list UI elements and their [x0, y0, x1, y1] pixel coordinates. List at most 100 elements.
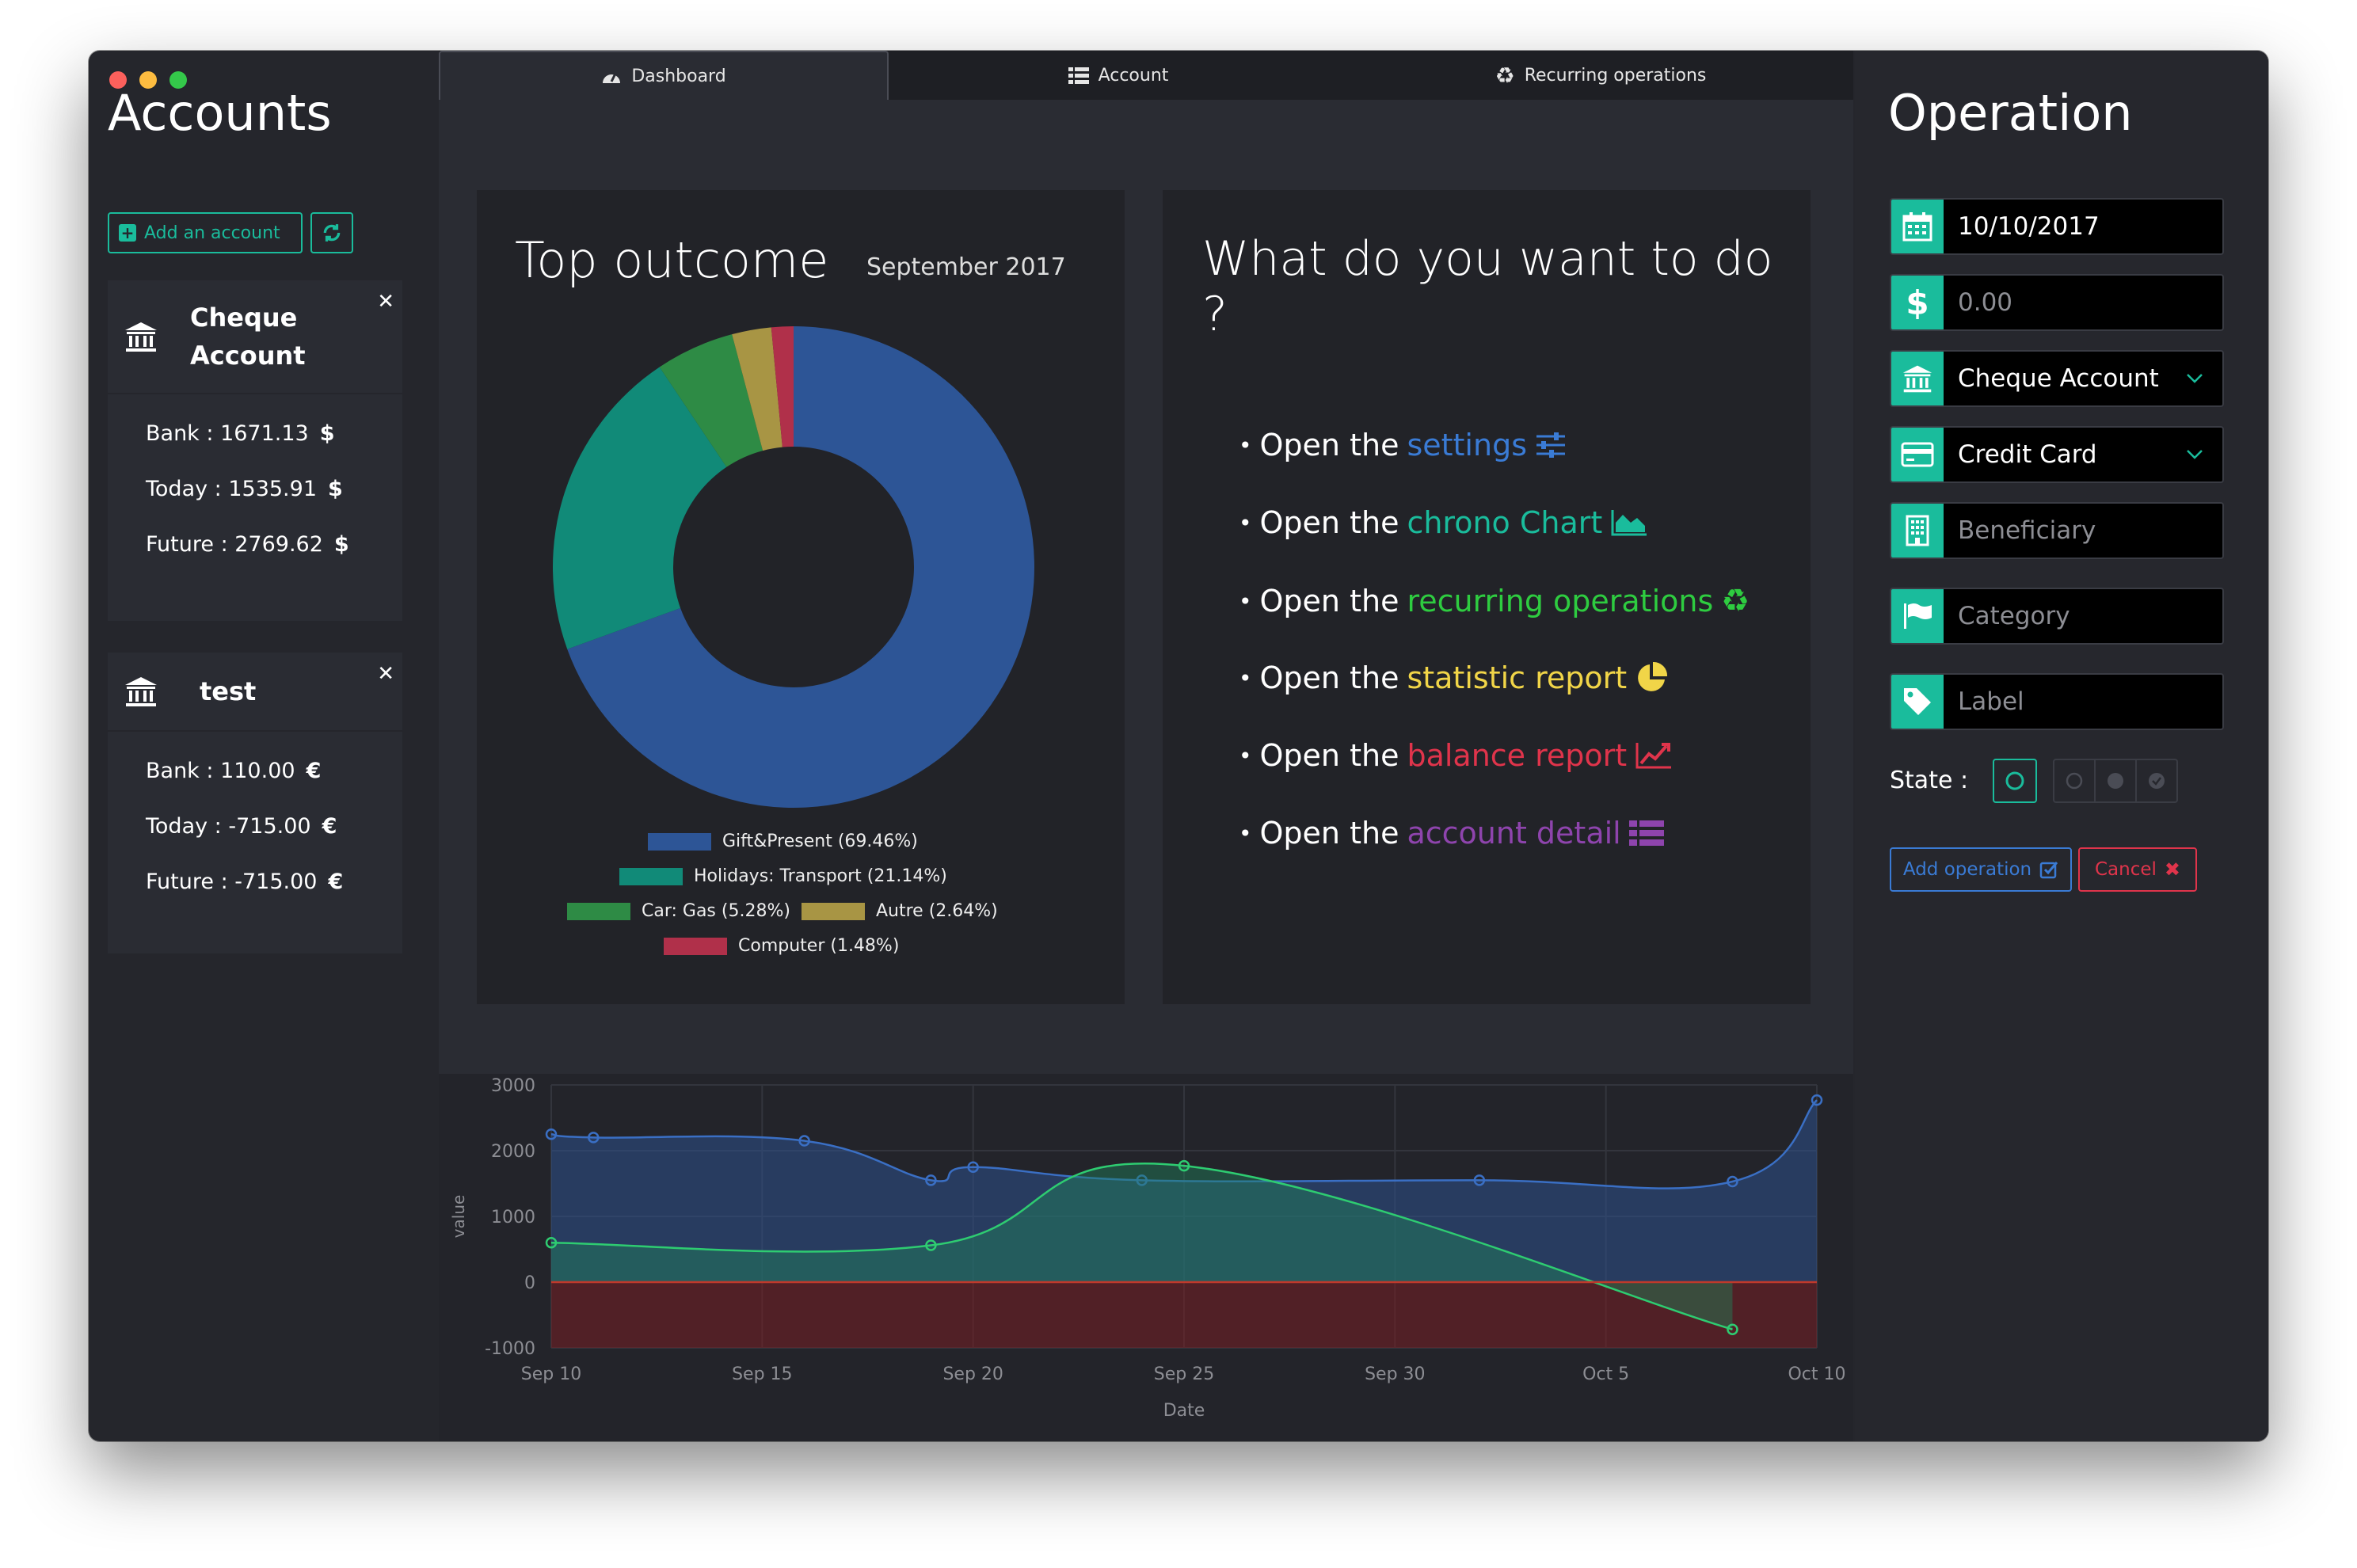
- y-axis-label: value: [449, 1195, 468, 1239]
- operation-panel: Operation 10/10/2017 $ 0.00 Cheque Accou…: [1855, 51, 2268, 1441]
- add-account-label: Add an account: [144, 223, 280, 243]
- today-balance: Today : -715.00 €: [146, 814, 337, 839]
- minimize-window-button[interactable]: [139, 71, 157, 89]
- y-tick-label: 0: [524, 1273, 535, 1293]
- y-tick-label: 3000: [491, 1076, 535, 1096]
- legend-item: Gift&Present (69.46%): [648, 832, 918, 851]
- state-option-checked[interactable]: [2137, 760, 2176, 801]
- sliders-icon[interactable]: [1535, 432, 1567, 459]
- balance-report-link[interactable]: balance report: [1407, 738, 1627, 773]
- tag-icon: [1904, 688, 1931, 715]
- outcome-donut-chart: [553, 326, 1034, 808]
- amount-field[interactable]: $ 0.00: [1890, 274, 2224, 331]
- payment-select-value: Credit Card: [1958, 440, 2097, 469]
- bank-icon: [125, 322, 157, 352]
- todo-item-chrono: • Open the chrono Chart: [1239, 505, 1648, 540]
- settings-link[interactable]: settings: [1407, 428, 1527, 462]
- credit-card-icon: [1901, 442, 1934, 467]
- list-icon[interactable]: [1628, 819, 1664, 847]
- state-option-open[interactable]: [2054, 760, 2096, 801]
- state-open-toggle[interactable]: [1993, 759, 2037, 803]
- check-square-icon: [2039, 862, 2058, 879]
- recycle-icon[interactable]: ♻: [1721, 583, 1750, 619]
- currency-symbol: €: [306, 759, 322, 783]
- circle-outline-icon: [2066, 772, 2083, 790]
- recurring-operations-link[interactable]: recurring operations: [1407, 584, 1713, 618]
- list-icon: [1068, 67, 1089, 84]
- tab-recurring-operations[interactable]: ♻ Recurring operations: [1348, 51, 1853, 100]
- plus-icon: +: [119, 224, 136, 242]
- currency-symbol: $: [319, 421, 335, 446]
- todo-title: What do you want to do ?: [1202, 231, 1773, 342]
- chevron-down-icon: [2187, 450, 2203, 459]
- state-option-pending[interactable]: [2096, 760, 2137, 801]
- label-field[interactable]: Label: [1890, 673, 2224, 730]
- cancel-button[interactable]: Cancel ✖: [2078, 847, 2197, 892]
- account-name: test: [200, 676, 257, 706]
- bank-icon: [1902, 365, 1932, 393]
- account-card-test[interactable]: test ✕ Bank : 110.00 € Today : -715.00 € F…: [108, 653, 402, 953]
- chrono-chart-link[interactable]: chrono Chart: [1407, 505, 1602, 540]
- x-tick-label: Sep 30: [1365, 1364, 1425, 1384]
- accounts-title: Accounts: [108, 84, 332, 142]
- currency-symbol: $: [328, 477, 343, 501]
- bank-balance: Bank : 110.00 €: [146, 759, 322, 783]
- beneficiary-placeholder: Beneficiary: [1944, 504, 2222, 558]
- balance-line-chart: 3000 2000 1000 0 -1000 Sep 10 Sep 15 Sep 20 Sep …: [439, 1074, 1853, 1441]
- dashboard-icon: [603, 73, 621, 83]
- account-card-header: Cheque Account ✕: [108, 280, 402, 394]
- pie-chart-icon[interactable]: [1635, 661, 1668, 695]
- top-outcome-title: Top outcome: [515, 231, 829, 289]
- state-options: [2053, 759, 2178, 803]
- todo-item-recurring: • Open the recurring operations ♻: [1239, 583, 1750, 619]
- legend-item: Computer (1.48%): [664, 936, 899, 956]
- y-tick-label: 1000: [491, 1208, 535, 1227]
- label-placeholder: Label: [1944, 675, 2222, 729]
- category-field[interactable]: Category: [1890, 588, 2224, 645]
- main-area: Dashboard Account ♻ Recurring operations…: [439, 51, 1853, 1441]
- add-account-button[interactable]: + Add an account: [108, 212, 303, 253]
- x-tick-label: Oct 10: [1788, 1364, 1845, 1384]
- x-axis-label: Date: [1163, 1401, 1205, 1421]
- accounts-sidebar: Accounts + Add an account Cheque Account…: [89, 51, 437, 1441]
- account-select-value: Cheque Account: [1958, 364, 2159, 393]
- date-field[interactable]: 10/10/2017: [1890, 198, 2224, 255]
- dashboard-content: Top outcome September 2017 Gift&Present …: [439, 100, 1853, 1074]
- tab-dashboard[interactable]: Dashboard: [439, 51, 889, 100]
- dollar-icon: $: [1906, 283, 1929, 322]
- delete-account-icon[interactable]: ✕: [377, 290, 394, 314]
- payment-select[interactable]: Credit Card: [1890, 426, 2224, 483]
- statistic-report-link[interactable]: statistic report: [1407, 660, 1627, 695]
- flag-icon: [1904, 603, 1932, 629]
- tab-account[interactable]: Account: [889, 51, 1348, 100]
- x-tick-label: Sep 10: [521, 1364, 581, 1384]
- circle-outline-icon: [2005, 771, 2024, 790]
- refresh-button[interactable]: [310, 212, 353, 253]
- calendar-icon: [1902, 212, 1932, 242]
- check-circle-icon: [2149, 773, 2165, 789]
- top-outcome-panel: Top outcome September 2017 Gift&Present …: [477, 190, 1125, 1004]
- tab-bar: Dashboard Account ♻ Recurring operations: [439, 51, 1853, 100]
- legend-swatch: [648, 832, 711, 851]
- account-card-cheque[interactable]: Cheque Account ✕ Bank : 1671.13 $ Today :…: [108, 280, 402, 621]
- future-balance: Future : -715.00 €: [146, 870, 344, 894]
- maximize-window-button[interactable]: [169, 71, 187, 89]
- currency-symbol: €: [322, 814, 337, 839]
- currency-symbol: €: [328, 870, 344, 894]
- legend-swatch: [619, 867, 683, 885]
- line-chart-icon[interactable]: [1635, 741, 1673, 770]
- y-tick-label: 2000: [491, 1142, 535, 1162]
- add-operation-button[interactable]: Add operation: [1890, 847, 2072, 892]
- account-detail-link[interactable]: account detail: [1407, 816, 1620, 851]
- legend-item: Holidays: Transport (21.14%): [619, 866, 947, 886]
- legend-swatch: [802, 902, 865, 920]
- account-select[interactable]: Cheque Account: [1890, 350, 2224, 407]
- todo-panel: What do you want to do ? • Open the settin…: [1163, 190, 1811, 1004]
- x-tick-label: Sep 15: [732, 1364, 792, 1384]
- date-value: 10/10/2017: [1944, 200, 2222, 253]
- area-chart-icon[interactable]: [1610, 508, 1648, 537]
- todo-item-statistic: • Open the statistic report: [1239, 660, 1668, 695]
- delete-account-icon[interactable]: ✕: [377, 662, 394, 686]
- close-window-button[interactable]: [109, 71, 127, 89]
- beneficiary-field[interactable]: Beneficiary: [1890, 502, 2224, 559]
